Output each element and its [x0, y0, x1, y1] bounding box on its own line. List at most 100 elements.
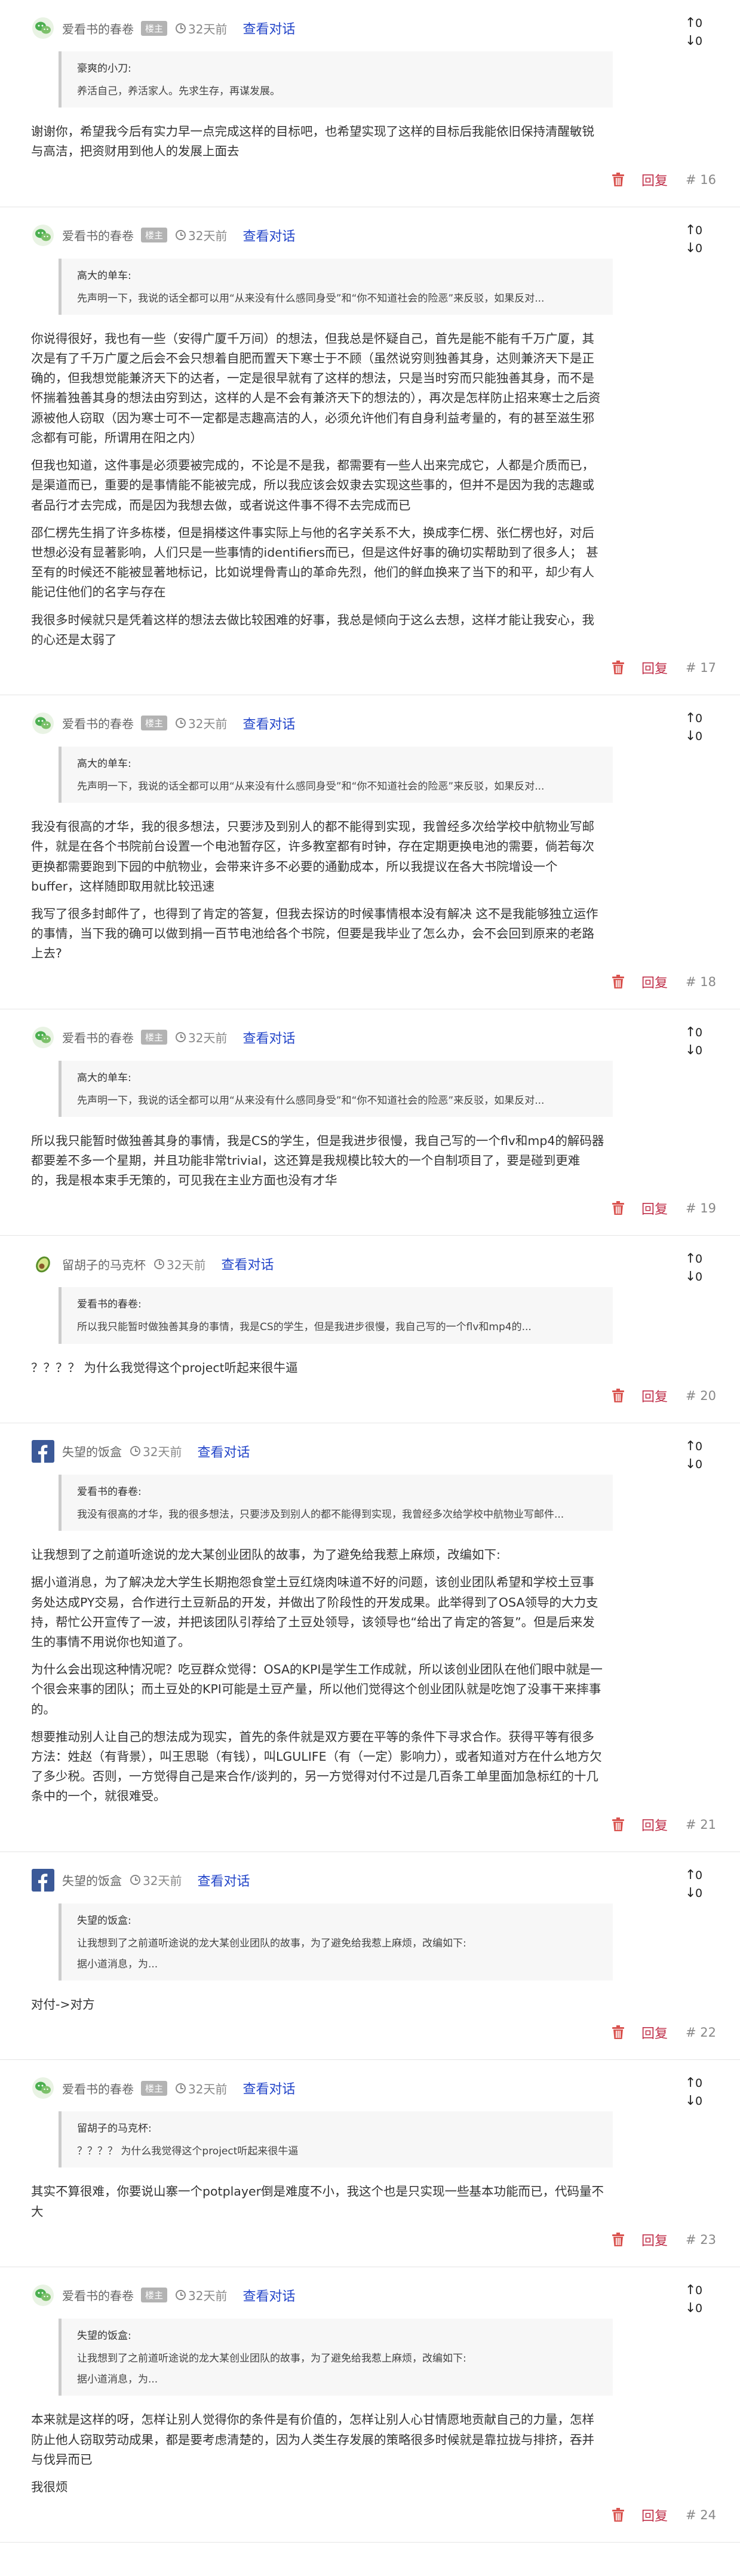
downvote-button[interactable]: ↓ 0	[685, 2299, 707, 2317]
trash-icon[interactable]	[612, 1817, 625, 1832]
quoted-comment[interactable]: 高大的单车: 先声明一下，我说的话全都可以用“从来没有什么感同身受”和“你不知道…	[59, 1060, 613, 1117]
quoted-comment[interactable]: 失望的饭盒: 让我想到了之前道听途说的龙大某创业团队的故事，为了避免给我惹上麻烦…	[59, 1903, 613, 1981]
comment-paragraph: 其实不算很难，你要说山寨一个potplayer倒是难度不小，我这个也是只实现一些…	[31, 2184, 604, 2219]
comment-footer: 回复 # 17	[31, 658, 716, 678]
trash-icon[interactable]	[612, 1388, 625, 1403]
trash-icon[interactable]	[612, 2232, 625, 2247]
author-name[interactable]: 爱看书的春卷	[62, 226, 134, 244]
author-name[interactable]: 爱看书的春卷	[62, 20, 134, 37]
comment-footer: 回复 # 19	[31, 1198, 716, 1218]
downvote-button[interactable]: ↓ 0	[685, 240, 707, 257]
facebook-logo-icon[interactable]	[31, 1439, 55, 1463]
downvote-button[interactable]: ↓ 0	[685, 1268, 707, 1286]
host-badge: 楼主	[141, 2288, 168, 2303]
arrow-up-icon: ↑	[685, 1438, 696, 1454]
view-conversation-link[interactable]: 查看对话	[242, 2078, 295, 2098]
view-conversation-link[interactable]: 查看对话	[242, 1028, 295, 1047]
trash-icon[interactable]	[612, 974, 625, 989]
comment-footer: 回复 # 23	[31, 2230, 716, 2250]
reply-button[interactable]: 回复	[641, 2230, 668, 2249]
comment-body: 所以我只能暂时做独善其身的事情，我是CS的学生，但是我进步很慢，我自己写的一个f…	[31, 1131, 604, 1191]
quoted-comment[interactable]: 高大的单车: 先声明一下，我说的话全都可以用“从来没有什么感同身受”和“你不知道…	[59, 258, 613, 315]
reply-button[interactable]: 回复	[641, 2023, 668, 2042]
author-name[interactable]: 失望的饭盒	[62, 1871, 122, 1889]
floor-number: # 21	[686, 1817, 716, 1832]
reply-button[interactable]: 回复	[641, 1199, 668, 1218]
downvote-count: 0	[695, 241, 703, 255]
wechat-style-logo-icon[interactable]	[31, 2076, 55, 2100]
wechat-style-logo-icon[interactable]	[31, 16, 55, 40]
downvote-count: 0	[695, 1886, 703, 1900]
downvote-button[interactable]: ↓ 0	[685, 2092, 707, 2110]
wechat-style-logo-icon[interactable]	[31, 2283, 55, 2307]
comment-paragraph: 为什么会出现这种情况呢？吃豆群众觉得：OSA的KPI是学生工作成就，所以该创业团…	[31, 1662, 603, 1717]
comment-paragraph: 我很烦	[31, 2479, 68, 2494]
downvote-button[interactable]: ↓ 0	[685, 727, 707, 745]
view-conversation-link[interactable]: 查看对话	[197, 1871, 250, 1890]
upvote-button[interactable]: ↑ 0	[685, 710, 707, 727]
reply-button[interactable]: 回复	[641, 170, 668, 189]
downvote-button[interactable]: ↓ 0	[685, 1884, 707, 1902]
comment-header: 爱看书的春卷 楼主 32天前 查看对话	[31, 16, 716, 41]
upvote-count: 0	[695, 1252, 703, 1266]
timestamp: 32天前	[130, 1442, 182, 1460]
upvote-button[interactable]: ↑ 0	[685, 14, 707, 32]
upvote-button[interactable]: ↑ 0	[685, 1024, 707, 1042]
downvote-button[interactable]: ↓ 0	[685, 1456, 707, 1473]
clock-icon	[176, 1032, 186, 1043]
reply-button[interactable]: 回复	[641, 2506, 668, 2525]
clock-icon	[176, 718, 186, 729]
upvote-button[interactable]: ↑ 0	[685, 1250, 707, 1268]
author-name[interactable]: 爱看书的春卷	[62, 1028, 134, 1046]
trash-icon[interactable]	[612, 2508, 625, 2522]
quoted-comment[interactable]: 高大的单车: 先声明一下，我说的话全都可以用“从来没有什么感同身受”和“你不知道…	[59, 746, 613, 803]
trash-icon[interactable]	[612, 2025, 625, 2040]
floor-number: # 16	[686, 172, 716, 187]
comment-footer: 回复 # 24	[31, 2505, 716, 2525]
quoted-comment[interactable]: 留胡子的马克杯: ？？？？ 为什么我觉得这个project听起来很牛逼	[59, 2111, 613, 2168]
floor-number: # 24	[686, 2508, 716, 2523]
view-conversation-link[interactable]: 查看对话	[242, 2286, 295, 2305]
comment-footer: 回复 # 22	[31, 2022, 716, 2043]
comment-item: 留胡子的马克杯 32天前 查看对话 ↑ 0 ↓ 0 爱看书的春卷: 所以我只能暂时做…	[0, 1236, 740, 1423]
author-name[interactable]: 留胡子的马克杯	[62, 1255, 146, 1273]
view-conversation-link[interactable]: 查看对话	[242, 714, 295, 733]
trash-icon[interactable]	[612, 1201, 625, 1215]
downvote-button[interactable]: ↓ 0	[685, 1042, 707, 1060]
trash-icon[interactable]	[612, 172, 625, 187]
facebook-logo-icon[interactable]	[31, 1868, 55, 1892]
upvote-button[interactable]: ↑ 0	[685, 2074, 707, 2092]
vote-box: ↑ 0 ↓ 0	[685, 1438, 707, 1473]
author-name[interactable]: 爱看书的春卷	[62, 2286, 134, 2304]
upvote-button[interactable]: ↑ 0	[685, 222, 707, 240]
comment-paragraph: 想要推动别人让自己的想法成为现实，首先的条件就是双方要在平等的条件下寻求合作。获…	[31, 1729, 602, 1804]
wechat-style-logo-icon[interactable]	[31, 1026, 55, 1049]
quoted-comment[interactable]: 失望的饭盒: 让我想到了之前道听途说的龙大某创业团队的故事，为了避免给我惹上麻烦…	[59, 2318, 613, 2396]
reply-button[interactable]: 回复	[641, 1386, 668, 1405]
view-conversation-link[interactable]: 查看对话	[197, 1442, 250, 1461]
quoted-comment[interactable]: 爱看书的春卷: 我没有很高的才华，我的很多想法，只要涉及到别人的都不能得到实现，…	[59, 1474, 613, 1531]
downvote-button[interactable]: ↓ 0	[685, 32, 707, 50]
author-name[interactable]: 爱看书的春卷	[62, 714, 134, 732]
view-conversation-link[interactable]: 查看对话	[242, 19, 295, 38]
view-conversation-link[interactable]: 查看对话	[242, 226, 295, 245]
quoted-comment[interactable]: 豪爽的小刀: 养活自己，养活家人。先求生存，再谋发展。	[59, 51, 613, 108]
upvote-count: 0	[695, 223, 703, 237]
reply-button[interactable]: 回复	[641, 972, 668, 991]
upvote-button[interactable]: ↑ 0	[685, 1866, 707, 1884]
upvote-button[interactable]: ↑ 0	[685, 2282, 707, 2299]
floor-number: # 18	[686, 974, 716, 989]
avocado-icon[interactable]	[31, 1252, 55, 1276]
trash-icon[interactable]	[612, 660, 625, 675]
wechat-style-logo-icon[interactable]	[31, 711, 55, 735]
author-name[interactable]: 爱看书的春卷	[62, 2080, 134, 2097]
wechat-style-logo-icon[interactable]	[31, 223, 55, 247]
author-name[interactable]: 失望的饭盒	[62, 1442, 122, 1460]
reply-button[interactable]: 回复	[641, 658, 668, 677]
view-conversation-link[interactable]: 查看对话	[221, 1254, 274, 1273]
reply-button[interactable]: 回复	[641, 1815, 668, 1834]
arrow-up-icon: ↑	[685, 222, 696, 238]
upvote-button[interactable]: ↑ 0	[685, 1438, 707, 1456]
arrow-down-icon: ↓	[685, 2300, 696, 2316]
quoted-comment[interactable]: 爱看书的春卷: 所以我只能暂时做独善其身的事情，我是CS的学生，但是我进步很慢，…	[59, 1287, 613, 1344]
